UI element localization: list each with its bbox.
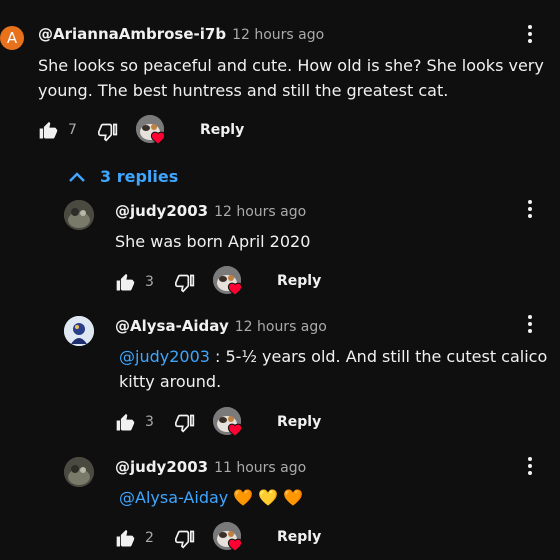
mention-link[interactable]: @judy2003 (119, 347, 210, 366)
like-count: 2 (145, 530, 154, 546)
reply-text-segment: : 5-½ years old. And still the cutest ca… (209, 347, 548, 366)
reply-text: She was born April 2020 (115, 232, 311, 251)
replies-count: 3 replies (100, 167, 179, 186)
more-options-icon[interactable] (528, 315, 532, 336)
replies-toggle[interactable]: 3 replies (68, 167, 178, 186)
reply-author[interactable]: @judy2003 (115, 202, 208, 220)
comment-text-line: young. The best huntress and still the g… (38, 81, 449, 100)
avatar[interactable] (64, 457, 94, 487)
like-icon[interactable] (115, 413, 135, 433)
creator-heart-badge (136, 115, 170, 149)
reply-time[interactable]: 11 hours ago (214, 460, 306, 476)
dislike-icon[interactable] (175, 529, 195, 549)
reply-button[interactable]: Reply (277, 414, 321, 430)
comment-header: @AriannaAmbrose-i7b 12 hours ago (38, 24, 324, 43)
reply-text-line: kitty around. (119, 372, 222, 391)
like-icon[interactable] (115, 529, 135, 549)
comment-text: She looks so peaceful and cute. How old … (38, 53, 553, 103)
chevron-up-icon (69, 171, 85, 182)
dislike-icon[interactable] (98, 122, 118, 142)
avatar[interactable]: A (0, 26, 24, 50)
more-options-icon[interactable] (528, 457, 532, 478)
reply-button[interactable]: Reply (277, 529, 321, 545)
reply-button[interactable]: Reply (200, 122, 244, 138)
reply-text: @judy2003 : 5-½ years old. And still the… (119, 344, 549, 394)
reply-author[interactable]: @judy2003 (115, 458, 208, 476)
creator-heart-badge (213, 407, 247, 441)
avatar-letter: A (6, 29, 18, 47)
avatar[interactable] (64, 316, 94, 346)
reply-header: @judy2003 11 hours ago (115, 457, 306, 476)
comment-text-line: She looks so peaceful and cute. How old … (38, 56, 544, 75)
like-icon[interactable] (38, 121, 58, 141)
avatar[interactable] (64, 200, 94, 230)
mention-link[interactable]: @Alysa-Aiday (119, 488, 228, 507)
reply-text: @Alysa-Aiday 🧡 💛 🧡 (119, 485, 303, 510)
heart-icon (150, 131, 166, 145)
more-options-icon[interactable] (528, 200, 532, 221)
heart-icon (227, 423, 243, 437)
heart-icon (227, 282, 243, 296)
comment-author[interactable]: @AriannaAmbrose-i7b (38, 25, 226, 43)
creator-heart-badge (213, 522, 247, 556)
dislike-icon[interactable] (175, 413, 195, 433)
like-icon[interactable] (115, 273, 135, 293)
dislike-icon[interactable] (175, 273, 195, 293)
reply-author[interactable]: @Alysa-Aiday (115, 317, 229, 335)
reply-header: @Alysa-Aiday 12 hours ago (115, 316, 327, 335)
reply-time[interactable]: 12 hours ago (235, 319, 327, 335)
creator-heart-badge (213, 266, 247, 300)
like-count: 3 (145, 274, 154, 290)
heart-emojis: 🧡 💛 🧡 (233, 488, 304, 507)
reply-header: @judy2003 12 hours ago (115, 201, 306, 220)
like-count: 3 (145, 414, 154, 430)
heart-icon (227, 538, 243, 552)
more-options-icon[interactable] (528, 25, 532, 46)
reply-time[interactable]: 12 hours ago (214, 204, 306, 220)
like-count: 7 (68, 122, 77, 138)
reply-button[interactable]: Reply (277, 273, 321, 289)
comment-time[interactable]: 12 hours ago (232, 27, 324, 43)
